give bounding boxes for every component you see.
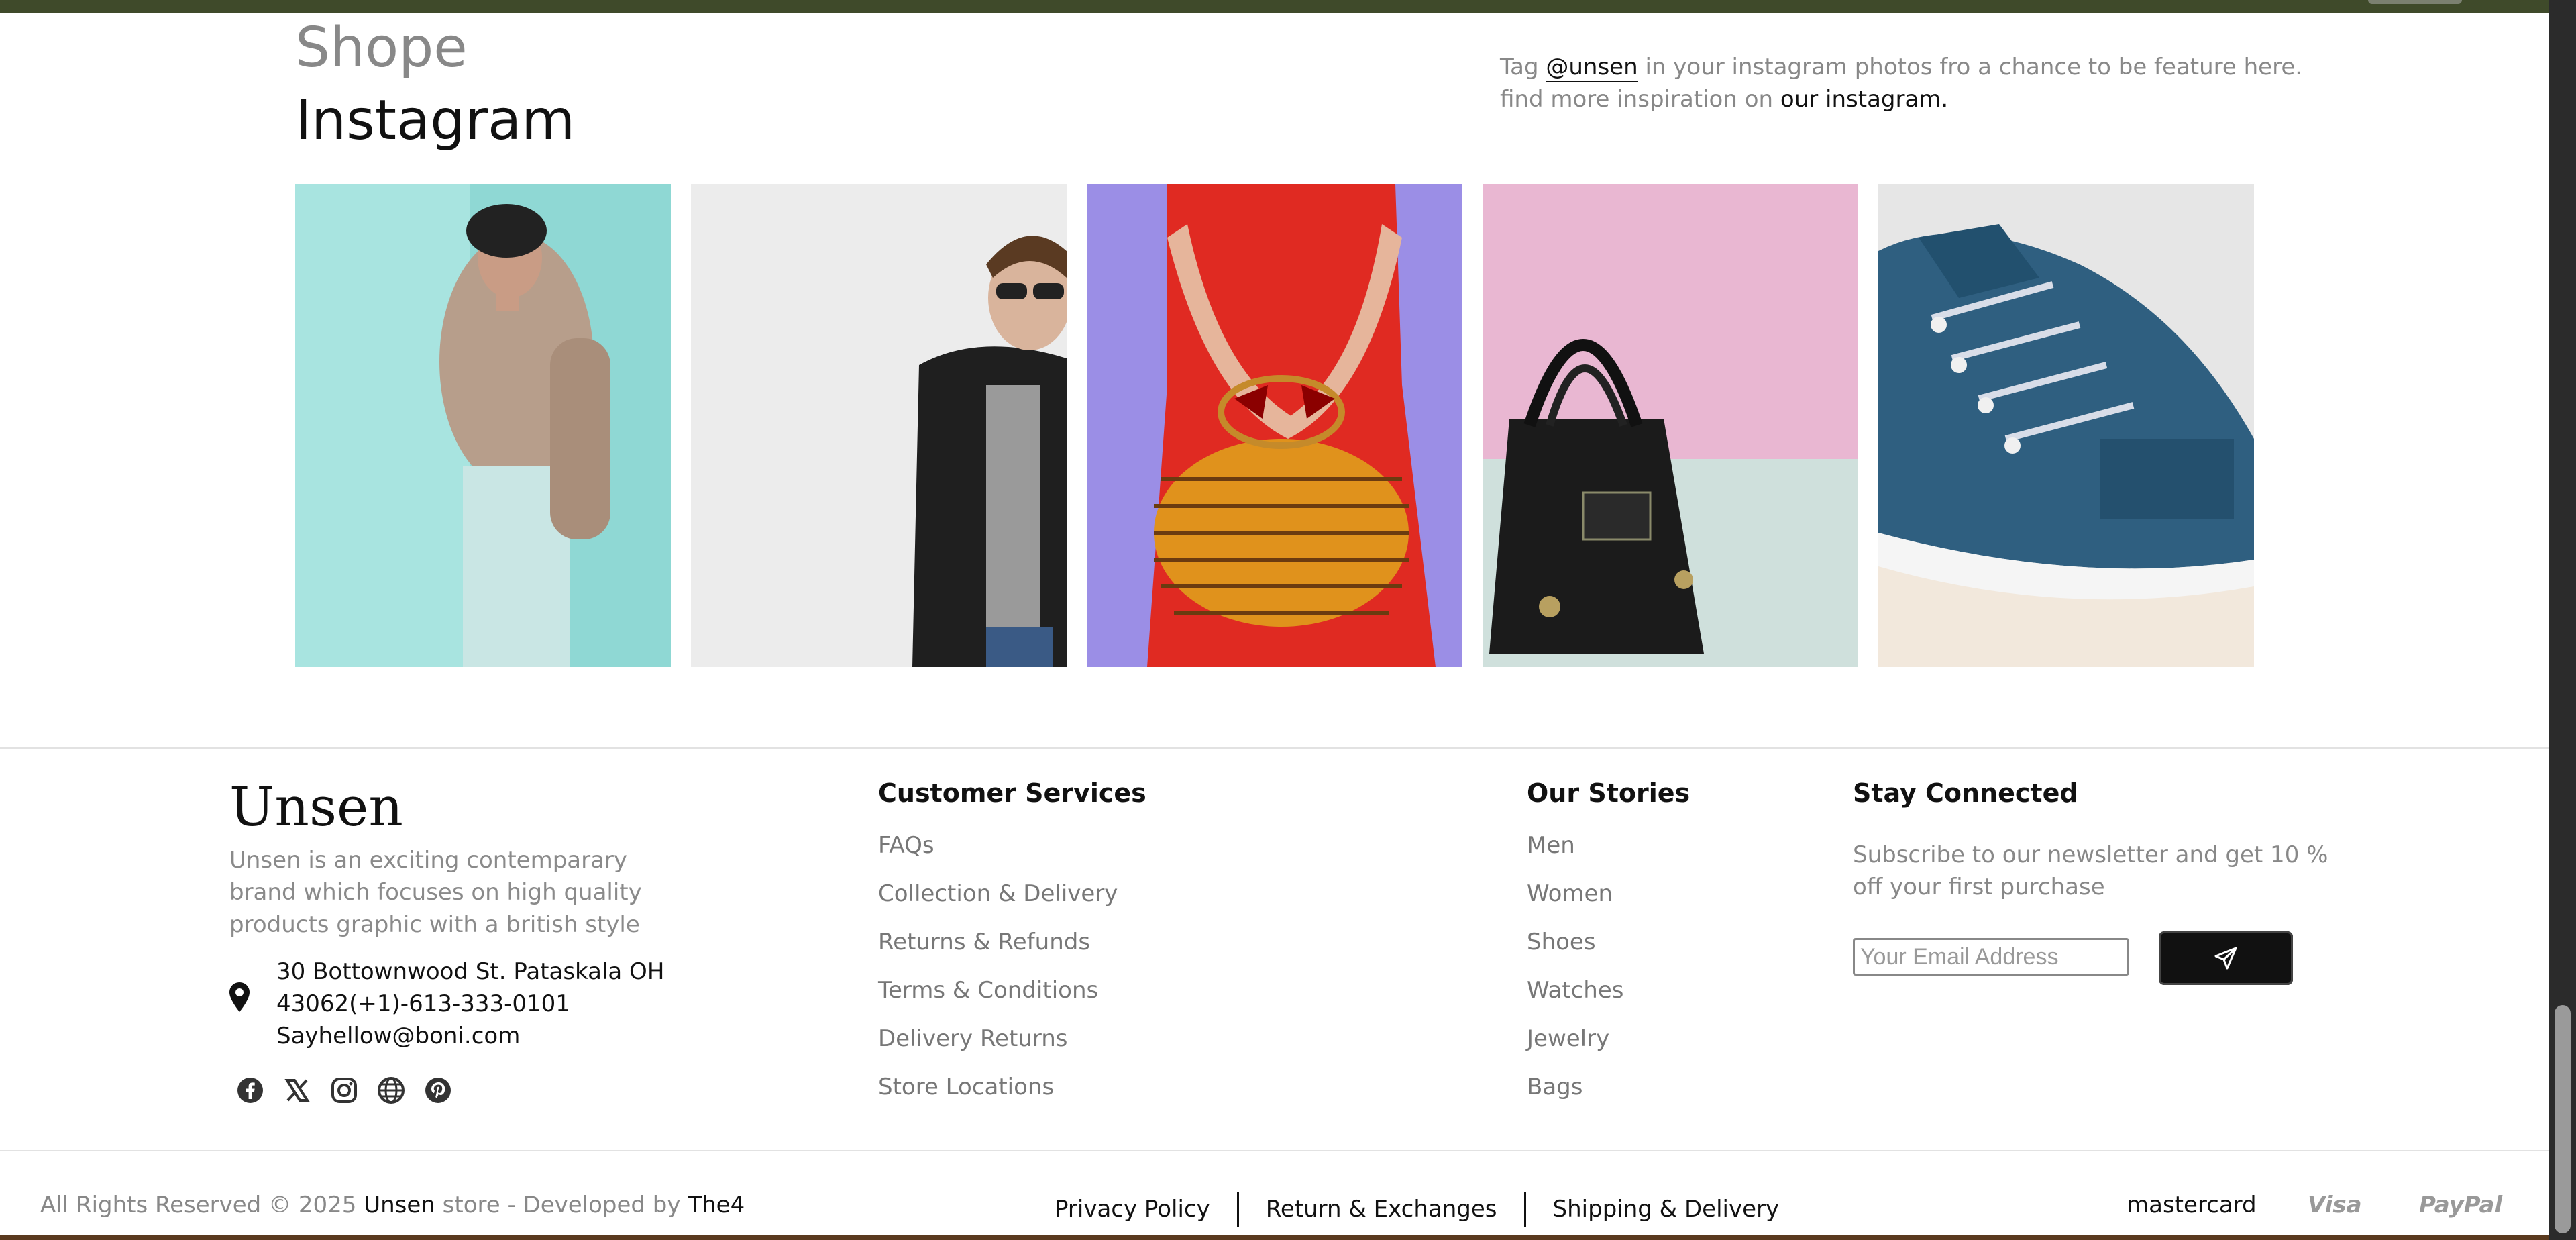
scrollbar-thumb[interactable]: [2555, 1005, 2571, 1233]
newsletter-title: Stay Connected: [1853, 778, 2078, 808]
page-scrollbar[interactable]: [2549, 0, 2576, 1240]
newsletter-submit-button[interactable]: [2159, 931, 2293, 985]
footer-link-shoes[interactable]: Shoes: [1527, 926, 1623, 974]
footer-link-collection-delivery[interactable]: Collection & Delivery: [878, 878, 1118, 926]
customer-services-list: FAQs Collection & Delivery Returns & Ref…: [878, 829, 1118, 1119]
privacy-policy-link[interactable]: Privacy Policy: [1055, 1196, 1210, 1223]
developer-link[interactable]: The4: [688, 1192, 745, 1219]
instagram-tagline: Tag @unsen in your instagram photos fro …: [1500, 51, 2305, 115]
instagram-photo-4[interactable]: [1483, 184, 1858, 667]
policy-links: Privacy Policy Return & Exchanges Shippi…: [1055, 1192, 1779, 1227]
footer-link-watches[interactable]: Watches: [1527, 974, 1623, 1023]
tag-suffix: in your instagram photos fro a chance to…: [1645, 54, 2303, 81]
policy-separator: [1236, 1192, 1239, 1227]
footer-link-terms[interactable]: Terms & Conditions: [878, 974, 1118, 1023]
pinterest-icon[interactable]: [424, 1076, 452, 1104]
footer-bottom-divider: [0, 1150, 2549, 1151]
instagram-photo-1[interactable]: [295, 184, 671, 667]
footer-link-men[interactable]: Men: [1527, 829, 1623, 878]
location-pin-icon: [229, 982, 250, 1012]
bottom-edge-strip: [0, 1235, 2549, 1240]
store-link[interactable]: Unsen: [364, 1192, 435, 1219]
footer-link-returns-refunds[interactable]: Returns & Refunds: [878, 926, 1118, 974]
footer-link-store-locations[interactable]: Store Locations: [878, 1071, 1118, 1119]
payment-paypal: PayPal: [2419, 1192, 2503, 1219]
instagram-icon[interactable]: [330, 1076, 358, 1104]
footer-link-faqs[interactable]: FAQs: [878, 829, 1118, 878]
man-leather-jacket-photo: [691, 184, 1067, 667]
payment-visa: Visa: [2308, 1192, 2362, 1219]
send-icon: [2214, 947, 2237, 970]
blue-sneaker-photo: [1878, 184, 2254, 667]
instagram-gallery: [295, 184, 2254, 667]
section-title: Instagram: [295, 89, 576, 152]
man-sweater-photo: [295, 184, 671, 667]
our-stories-list: Men Women Shoes Watches Jewelry Bags: [1527, 829, 1623, 1119]
customer-services-title: Customer Services: [878, 778, 1146, 808]
globe-icon[interactable]: [377, 1076, 405, 1104]
social-links: [236, 1076, 452, 1104]
instagram-handle-link[interactable]: @unsen: [1546, 54, 1638, 82]
rights-text: All Rights Reserved © 2025: [40, 1192, 357, 1219]
brand-description: Unsen is an exciting contemparary brand …: [229, 847, 642, 938]
payment-mastercard: mastercard: [2127, 1192, 2257, 1219]
footer-brand-logo[interactable]: Unsen: [229, 776, 403, 838]
red-dress-bag-photo: [1087, 184, 1462, 667]
facebook-icon[interactable]: [236, 1076, 264, 1104]
address-line-2: 43062(+1)-613-333-0101: [276, 990, 570, 1017]
instagram-photo-5[interactable]: [1878, 184, 2254, 667]
developed-by-text: store - Developed by: [442, 1192, 681, 1219]
copyright-text: All Rights Reserved © 2025 Unsen store -…: [40, 1192, 745, 1219]
inspire-prefix: find more inspiration on: [1500, 86, 1774, 113]
newsletter-text: Subscribe to our newsletter and get 10 %…: [1853, 841, 2328, 900]
shipping-delivery-link[interactable]: Shipping & Delivery: [1553, 1196, 1780, 1223]
black-handbag-photo: [1483, 184, 1858, 667]
section-subtitle: Shope: [295, 16, 468, 80]
contact-email[interactable]: Sayhellow@boni.com: [276, 1020, 664, 1052]
footer-link-delivery-returns[interactable]: Delivery Returns: [878, 1023, 1118, 1071]
contact-info: 30 Bottownwood St. Pataskala OH 43062(+1…: [229, 955, 664, 1052]
instagram-photo-2[interactable]: [691, 184, 1067, 667]
footer-link-bags[interactable]: Bags: [1527, 1071, 1623, 1119]
top-bar-pill: [2368, 0, 2462, 4]
newsletter-email-input[interactable]: Your Email Address: [1853, 938, 2129, 976]
our-stories-title: Our Stories: [1527, 778, 1690, 808]
x-icon[interactable]: [283, 1076, 311, 1104]
footer-link-jewelry[interactable]: Jewelry: [1527, 1023, 1623, 1071]
return-exchanges-link[interactable]: Return & Exchanges: [1266, 1196, 1497, 1223]
footer-top-divider: [0, 747, 2549, 749]
policy-separator: [1523, 1192, 1526, 1227]
instagram-photo-3[interactable]: [1087, 184, 1462, 667]
browser-top-bar: [0, 0, 2549, 13]
tag-prefix: Tag: [1500, 54, 1539, 81]
footer-link-women[interactable]: Women: [1527, 878, 1623, 926]
address-line-1: 30 Bottownwood St. Pataskala OH: [276, 958, 665, 985]
our-instagram-link[interactable]: our instagram.: [1780, 86, 1948, 113]
